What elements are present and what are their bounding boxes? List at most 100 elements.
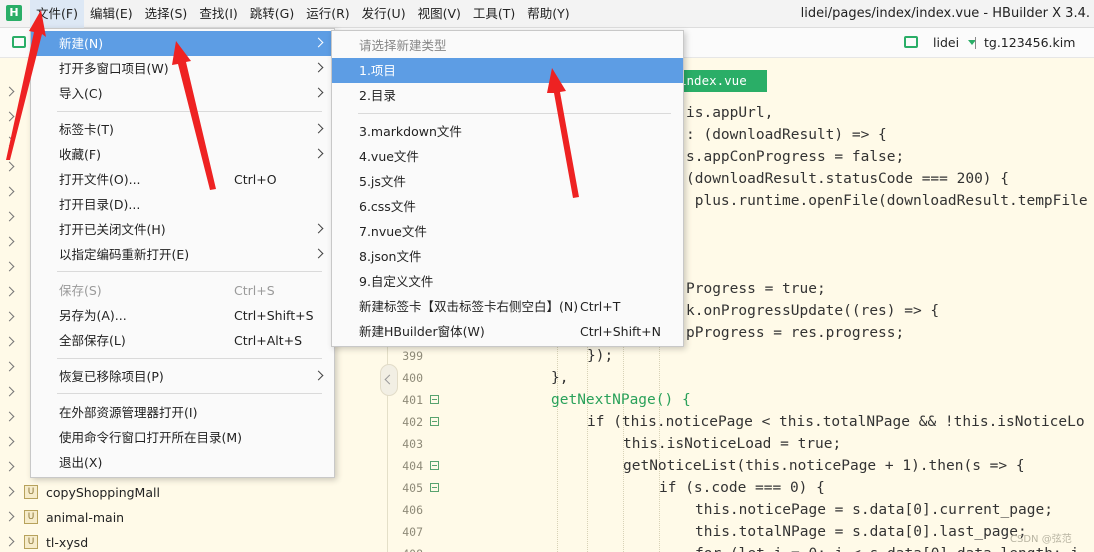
line-number: 404: [402, 459, 423, 473]
fold-toggle-icon[interactable]: [430, 483, 439, 492]
menu-goto[interactable]: 跳转(G): [244, 0, 300, 28]
menu-item-save-all[interactable]: 全部保存(L) Ctrl+Alt+S: [31, 328, 334, 353]
code-line: 400},: [389, 367, 1094, 389]
project-name[interactable]: tl-xysd: [46, 530, 88, 552]
submenu-arrow-icon: [313, 370, 324, 381]
menu-edit[interactable]: 编辑(E): [84, 0, 139, 28]
new-window-icon[interactable]: [12, 36, 26, 48]
chevron-right-icon[interactable]: [4, 386, 15, 397]
menu-item-open-in-explorer[interactable]: 在外部资源管理器打开(I): [31, 400, 334, 425]
menu-help[interactable]: 帮助(Y): [521, 0, 575, 28]
menu-item-label: 恢复已移除项目(P): [59, 369, 164, 384]
submenu-item-custom[interactable]: 9.自定义文件: [332, 269, 683, 294]
submenu-item-new-window[interactable]: 新建HBuilder窗体(W) Ctrl+Shift+N: [332, 319, 683, 344]
menu-item-tabs[interactable]: 标签卡(T): [31, 117, 334, 142]
menu-item-exit[interactable]: 退出(X): [31, 450, 334, 475]
submenu-item-label: 2.目录: [359, 88, 396, 103]
submenu-item-label: 6.css文件: [359, 199, 416, 214]
submenu-item-shortcut: Ctrl+Shift+N: [580, 324, 661, 339]
chevron-right-icon[interactable]: [4, 436, 15, 447]
chevron-right-icon[interactable]: [4, 161, 15, 172]
project-name[interactable]: animal-main: [46, 505, 124, 530]
submenu-item-json[interactable]: 8.json文件: [332, 244, 683, 269]
line-number: 408: [389, 543, 423, 552]
code-line: 404 getNoticeList(this.noticePage + 1).th…: [389, 455, 1094, 477]
submenu-item-vue[interactable]: 4.vue文件: [332, 144, 683, 169]
chevron-right-icon[interactable]: [4, 336, 15, 347]
submenu-item-project[interactable]: 1.项目: [332, 58, 683, 83]
chevron-right-icon[interactable]: [4, 86, 15, 97]
menu-item-open-folder[interactable]: 打开目录(D)...: [31, 192, 334, 217]
submenu-item-new-tab[interactable]: 新建标签卡【双击标签卡右侧空白】(N) Ctrl+T: [332, 294, 683, 319]
menu-item-open-multi-window[interactable]: 打开多窗口项目(W): [31, 56, 334, 81]
menu-separator: [57, 111, 322, 112]
fold-toggle-icon[interactable]: [430, 417, 439, 426]
menu-file[interactable]: 文件(F): [30, 0, 84, 28]
chevron-right-icon[interactable]: [4, 461, 15, 472]
fold-toggle-icon[interactable]: [430, 395, 439, 404]
chevron-right-icon[interactable]: [4, 261, 15, 272]
menu-item-import[interactable]: 导入(C): [31, 81, 334, 106]
code-line: 408for (let i = 0; i < s.data[0].data.le…: [389, 543, 1094, 552]
workspace-name[interactable]: lidei: [933, 28, 959, 58]
menu-item-save[interactable]: 保存(S) Ctrl+S: [31, 278, 334, 303]
tree-row[interactable]: U tl-xysd: [0, 530, 388, 552]
menu-item-label: 收藏(F): [59, 147, 101, 162]
chevron-right-icon[interactable]: [4, 361, 15, 372]
hbuilder-logo-icon: H: [6, 5, 22, 21]
chevron-right-icon[interactable]: [4, 186, 15, 197]
chevron-right-icon[interactable]: [4, 511, 15, 522]
code-line: 402 if (this.noticePage < this.totalNPage…: [389, 411, 1094, 433]
menu-item-favorites[interactable]: 收藏(F): [31, 142, 334, 167]
menu-item-label: 导入(C): [59, 86, 103, 101]
menu-item-reopen-with-encoding[interactable]: 以指定编码重新打开(E): [31, 242, 334, 267]
submenu-item-css[interactable]: 6.css文件: [332, 194, 683, 219]
menu-publish[interactable]: 发行(U): [356, 0, 412, 28]
code-text: k.onProgressUpdate((res) => {: [686, 303, 940, 319]
submenu-item-js[interactable]: 5.js文件: [332, 169, 683, 194]
submenu-item-label: 4.vue文件: [359, 149, 419, 164]
chevron-right-icon[interactable]: [4, 286, 15, 297]
menu-select[interactable]: 选择(S): [139, 0, 194, 28]
code-text: if (s.code === 0) {: [659, 480, 825, 496]
menu-item-open-file[interactable]: 打开文件(O)... Ctrl+O: [31, 167, 334, 192]
menu-item-save-as[interactable]: 另存为(A)... Ctrl+Shift+S: [31, 303, 334, 328]
menu-view[interactable]: 视图(V): [412, 0, 467, 28]
menu-item-open-closed-file[interactable]: 打开已关闭文件(H): [31, 217, 334, 242]
menu-item-open-in-terminal[interactable]: 使用命令行窗口打开所在目录(M): [31, 425, 334, 450]
submenu-item-directory[interactable]: 2.目录: [332, 83, 683, 108]
project-name[interactable]: copyShoppingMall: [46, 480, 160, 505]
code-line: 406 this.noticePage = s.data[0].current_p…: [389, 499, 1094, 521]
collapse-sidebar-handle[interactable]: [380, 364, 398, 396]
code-text: : (downloadResult) => {: [686, 127, 887, 143]
window-title: lidei/pages/index/index.vue - HBuilder X…: [800, 6, 1090, 21]
tree-row[interactable]: U animal-main: [0, 505, 388, 530]
menu-run[interactable]: 运行(R): [300, 0, 355, 28]
chevron-right-icon[interactable]: [4, 136, 15, 147]
submenu-arrow-icon: [313, 248, 324, 259]
chevron-right-icon[interactable]: [4, 111, 15, 122]
chevron-right-icon[interactable]: [4, 486, 15, 497]
chevron-right-icon[interactable]: [4, 236, 15, 247]
submenu-arrow-icon: [313, 148, 324, 159]
menu-item-restore-removed[interactable]: 恢复已移除项目(P): [31, 364, 334, 389]
submenu-item-nvue[interactable]: 7.nvue文件: [332, 219, 683, 244]
submenu-item-markdown[interactable]: 3.markdown文件: [332, 119, 683, 144]
code-text: getNextNPage() {: [551, 392, 691, 408]
menu-item-label: 打开已关闭文件(H): [59, 222, 166, 237]
menu-find[interactable]: 查找(I): [193, 0, 243, 28]
menu-item-new[interactable]: 新建(N): [31, 31, 334, 56]
code-line: 407 this.totalNPage = s.data[0].last_page…: [389, 521, 1094, 543]
chevron-right-icon[interactable]: [4, 311, 15, 322]
file-menu: 新建(N) 打开多窗口项目(W) 导入(C) 标签卡(T) 收藏(F) 打开文件…: [30, 28, 335, 478]
submenu-item-label: 5.js文件: [359, 174, 406, 189]
chevron-right-icon[interactable]: [4, 211, 15, 222]
chevron-left-icon: [384, 374, 395, 385]
line-number: 406: [402, 503, 423, 517]
domain-label: tg.123456.kim: [984, 35, 1076, 50]
menu-tools[interactable]: 工具(T): [467, 0, 521, 28]
fold-toggle-icon[interactable]: [430, 461, 439, 470]
chevron-right-icon[interactable]: [4, 536, 15, 547]
tree-row[interactable]: U copyShoppingMall: [0, 480, 388, 505]
chevron-right-icon[interactable]: [4, 411, 15, 422]
